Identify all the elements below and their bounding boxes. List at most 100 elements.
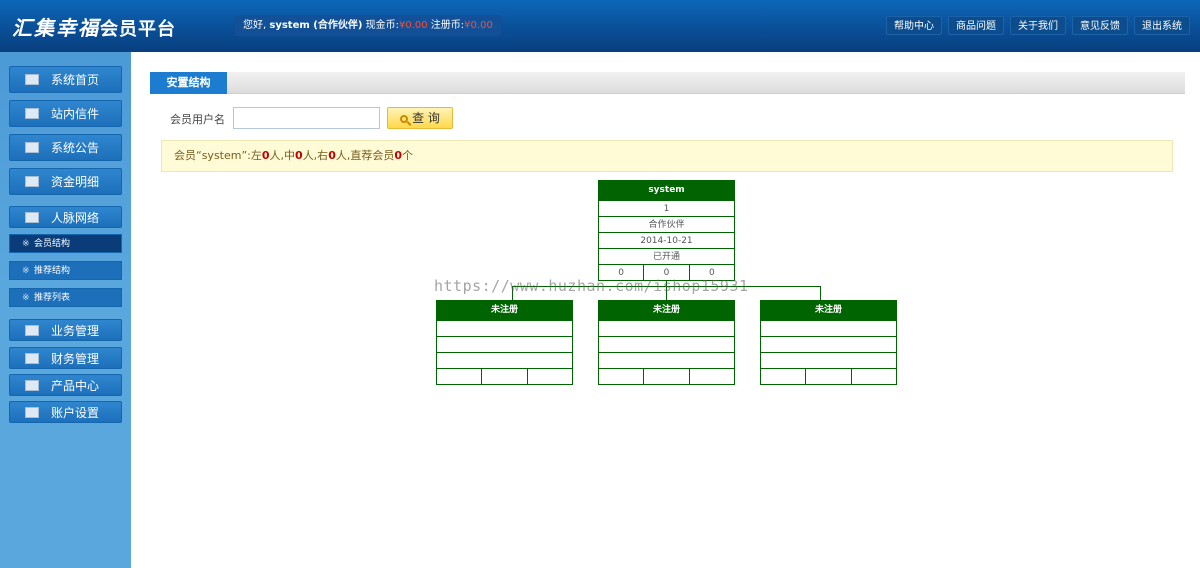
- sidebar-item-label: 系统公告: [51, 141, 100, 155]
- sidebar: 系统首页 站内信件 系统公告 资金明细 人脉网络 ※ 会员结构 ※ 推荐结构 ※ 推荐…: [0, 52, 131, 568]
- settings-icon: [25, 407, 39, 418]
- money-icon: [25, 176, 39, 187]
- node-name: 未注册: [437, 301, 572, 320]
- cash-label: 现金币:: [365, 20, 399, 31]
- username: system (合作伙伴): [269, 20, 363, 31]
- sidebar-item-finance[interactable]: 财务管理: [9, 347, 122, 369]
- middle-count: 0: [295, 149, 303, 162]
- node-name: 未注册: [599, 301, 734, 320]
- left-count: 0: [261, 149, 270, 162]
- member-summary-notice: 会员“system”:左0人,中0人,右0人,直荐会员0个: [161, 140, 1173, 172]
- node-level: 1: [599, 200, 734, 216]
- user-info-bar: 您好, system (合作伙伴) 现金币:¥0.00 注册币:¥0.00: [235, 15, 501, 36]
- sidebar-subitem-member-structure[interactable]: ※ 会员结构: [9, 234, 122, 253]
- sidebar-subitem-label: 会员结构: [34, 239, 71, 249]
- bullet-icon: ※: [22, 293, 30, 303]
- username-search-input[interactable]: [233, 107, 380, 129]
- logout-button[interactable]: 退出系统: [1134, 16, 1190, 35]
- sidebar-subitem-referral-structure[interactable]: ※ 推荐结构: [9, 261, 122, 280]
- cash-value: ¥0.00: [398, 20, 428, 31]
- count-cell: [528, 369, 572, 384]
- node-row: [761, 320, 896, 336]
- sidebar-item-mail[interactable]: 站内信件: [9, 100, 122, 127]
- notice-text: 人,直荐会员: [335, 149, 395, 162]
- search-button[interactable]: 查 询: [387, 107, 453, 129]
- logo-script: 汇集幸福: [12, 16, 100, 40]
- search-button-label: 查 询: [412, 111, 440, 125]
- node-row: [437, 320, 572, 336]
- node-row: [437, 352, 572, 368]
- reg-label: 注册币:: [430, 20, 465, 31]
- tree-connector: [820, 286, 821, 300]
- sidebar-item-notice[interactable]: 系统公告: [9, 134, 122, 161]
- top-nav: 帮助中心 商品问题 关于我们 意见反馈 退出系统: [886, 16, 1190, 35]
- node-row: [761, 352, 896, 368]
- count-cell: [852, 369, 896, 384]
- sidebar-item-products[interactable]: 产品中心: [9, 374, 122, 396]
- node-counts: [599, 368, 734, 384]
- sidebar-item-network[interactable]: 人脉网络: [9, 206, 122, 228]
- count-cell: [690, 369, 734, 384]
- node-date: 2014-10-21: [599, 232, 734, 248]
- tree-node-child-left[interactable]: 未注册: [436, 300, 573, 385]
- sidebar-item-label: 业务管理: [51, 324, 100, 338]
- bullet-icon: ※: [22, 266, 30, 276]
- node-row: [437, 336, 572, 352]
- feedback-button[interactable]: 意见反馈: [1072, 16, 1128, 35]
- notice-text: 人,中: [269, 149, 296, 162]
- sidebar-item-label: 资金明细: [51, 175, 100, 189]
- search-label: 会员用户名: [170, 113, 225, 126]
- count-cell: [437, 369, 483, 384]
- node-row: [599, 336, 734, 352]
- mail-icon: [25, 108, 39, 119]
- business-icon: [25, 325, 39, 336]
- node-counts: [437, 368, 572, 384]
- tab-placement-structure[interactable]: 安置结构: [150, 72, 227, 94]
- notice-text: 会员“system”:左: [174, 149, 262, 162]
- tree-node-root[interactable]: system 1 合作伙伴 2014-10-21 已开通 0 0 0: [598, 180, 735, 281]
- reg-value: ¥0.00: [464, 20, 493, 31]
- sidebar-subitem-referral-list[interactable]: ※ 推荐列表: [9, 288, 122, 307]
- cart-icon: [25, 380, 39, 391]
- product-questions-button[interactable]: 商品问题: [948, 16, 1004, 35]
- node-row: [599, 352, 734, 368]
- sidebar-item-funds[interactable]: 资金明细: [9, 168, 122, 195]
- right-count: 0: [328, 149, 336, 162]
- search-icon: [400, 115, 409, 123]
- sidebar-item-label: 站内信件: [51, 107, 100, 121]
- help-center-button[interactable]: 帮助中心: [886, 16, 942, 35]
- sidebar-subitem-label: 推荐列表: [34, 293, 71, 303]
- node-rank: 合作伙伴: [599, 216, 734, 232]
- node-row: [599, 320, 734, 336]
- node-row: [761, 336, 896, 352]
- tree-node-child-middle[interactable]: 未注册: [598, 300, 735, 385]
- about-us-button[interactable]: 关于我们: [1010, 16, 1066, 35]
- watermark: https://www.huzhan.com/ishop15931: [434, 277, 749, 295]
- sidebar-item-home[interactable]: 系统首页: [9, 66, 122, 93]
- sidebar-item-account-settings[interactable]: 账户设置: [9, 401, 122, 423]
- node-name: 未注册: [761, 301, 896, 320]
- count-cell: [599, 369, 645, 384]
- notice-text: 人,右: [302, 149, 329, 162]
- direct-count: 0: [394, 149, 402, 162]
- sidebar-item-business[interactable]: 业务管理: [9, 319, 122, 341]
- site-logo[interactable]: 汇集幸福会员平台: [12, 12, 176, 41]
- welcome-prefix: 您好,: [243, 20, 267, 31]
- count-cell: [806, 369, 852, 384]
- tree-node-child-right[interactable]: 未注册: [760, 300, 897, 385]
- notice-icon: [25, 142, 39, 153]
- sidebar-subitem-label: 推荐结构: [34, 266, 71, 276]
- people-icon: [25, 212, 39, 223]
- top-header: 汇集幸福会员平台 您好, system (合作伙伴) 现金币:¥0.00 注册币…: [0, 0, 1200, 52]
- bullet-icon: ※: [22, 239, 30, 249]
- tab-bar: 安置结构: [150, 72, 1185, 94]
- logo-suffix: 会员平台: [100, 19, 176, 40]
- count-cell: [482, 369, 528, 384]
- sidebar-item-label: 产品中心: [51, 379, 100, 393]
- sidebar-item-label: 人脉网络: [51, 211, 100, 225]
- notice-text: 个: [402, 149, 413, 162]
- count-cell: [644, 369, 690, 384]
- node-counts: [761, 368, 896, 384]
- node-status: 已开通: [599, 248, 734, 264]
- node-name: system: [599, 181, 734, 200]
